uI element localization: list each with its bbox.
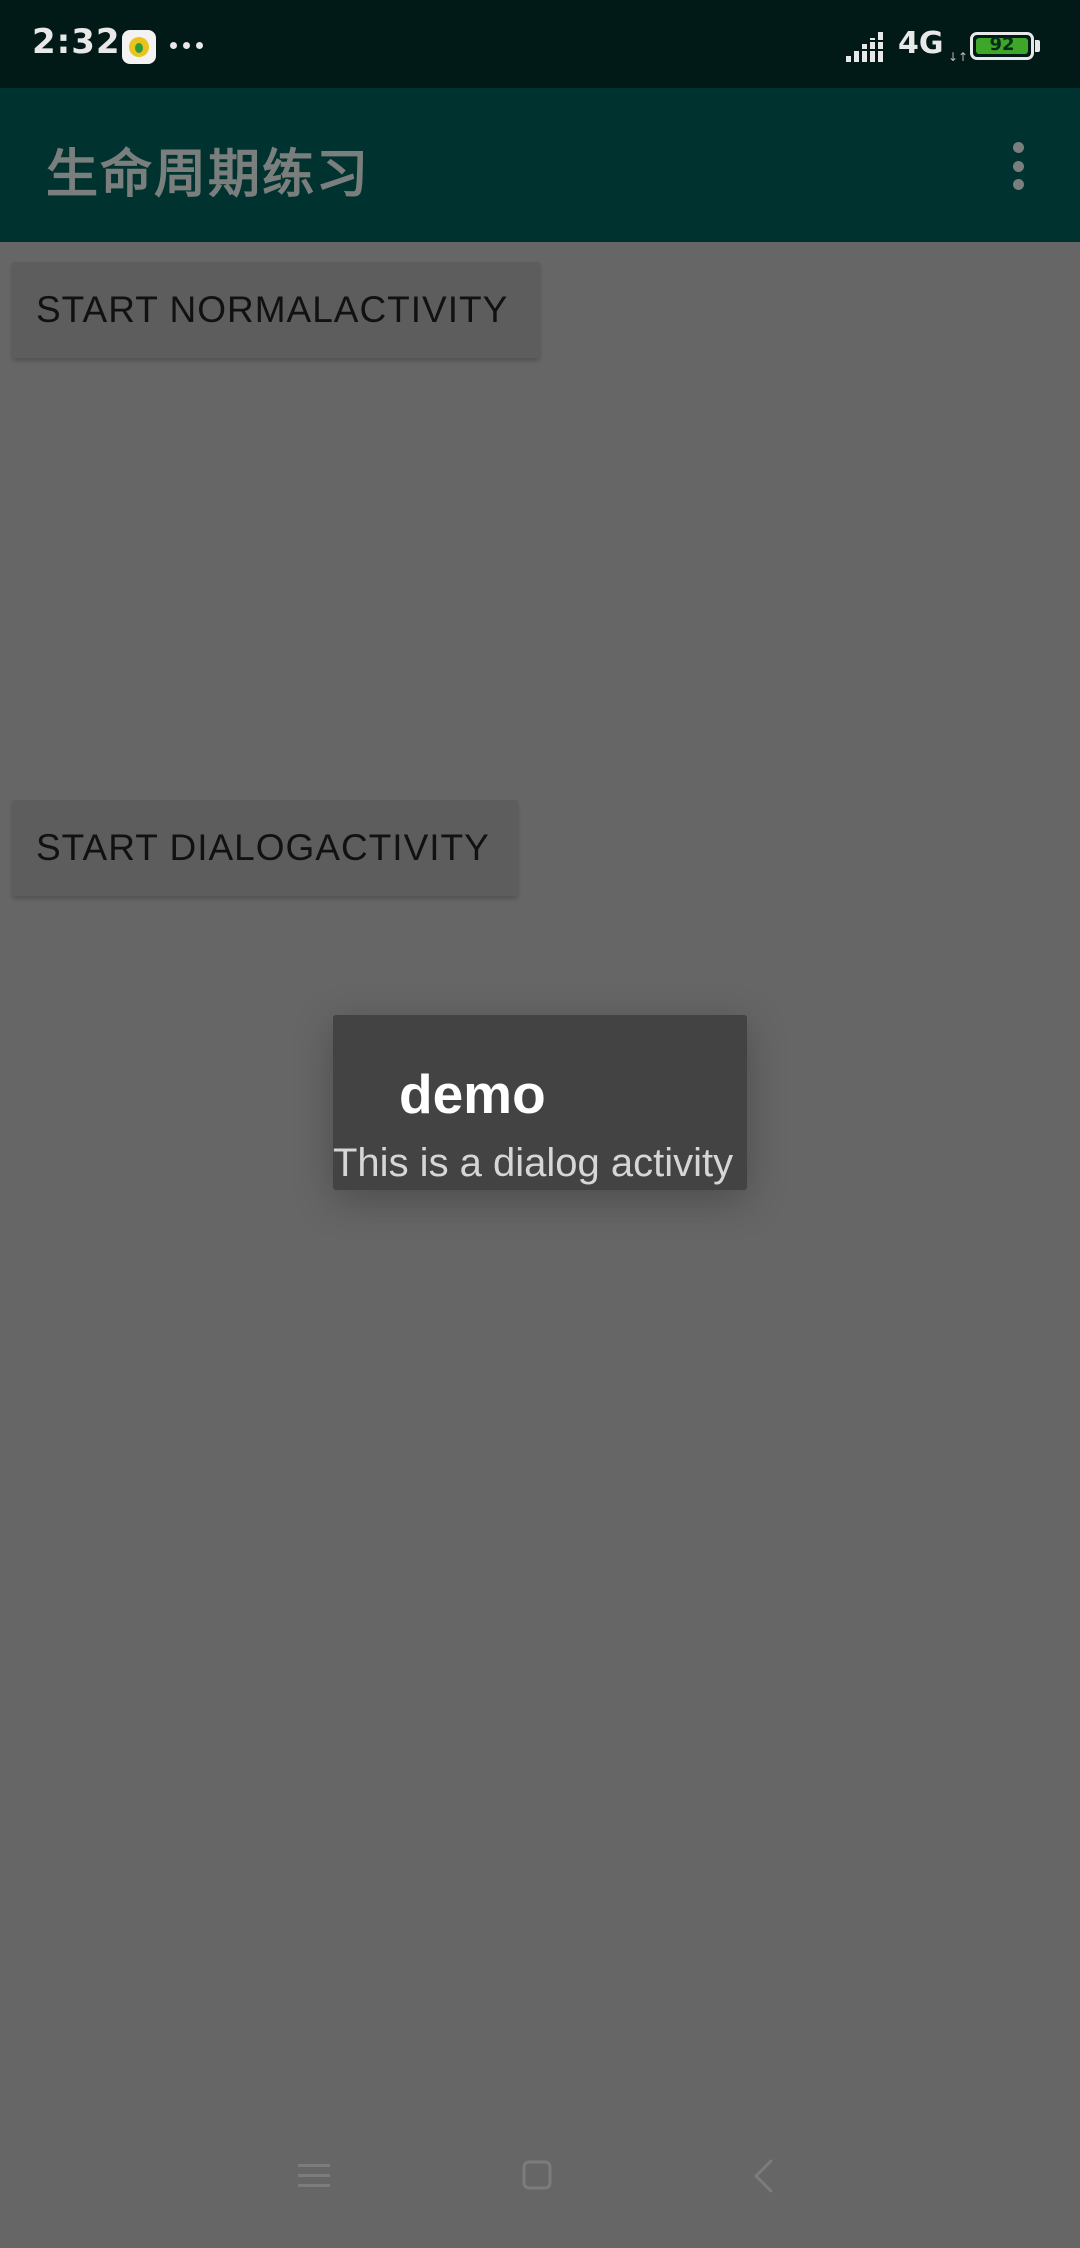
dialog-message: This is a dialog activity	[333, 1141, 734, 1185]
start-dialog-activity-button[interactable]: START DIALOGACTIVITY	[12, 800, 518, 896]
network-activity-icon: ↓↑	[948, 50, 969, 64]
dialog-title: demo	[399, 1063, 546, 1125]
dialog: demo This is a dialog activity	[333, 1015, 747, 1190]
back-icon[interactable]	[752, 2158, 774, 2194]
status-bar: 2:32 4G ↓↑ 92	[0, 0, 1080, 88]
app-notification-icon	[122, 30, 156, 64]
start-normal-activity-button[interactable]: START NORMALACTIVITY	[12, 262, 540, 358]
home-icon[interactable]	[522, 2160, 552, 2190]
navigation-bar	[0, 2120, 1080, 2248]
menu-icon[interactable]	[298, 2162, 330, 2190]
network-type: 4G	[898, 26, 944, 61]
status-time: 2:32	[32, 22, 121, 62]
overflow-menu-icon[interactable]	[1006, 142, 1030, 190]
signal-icon	[846, 32, 883, 62]
more-dots-icon	[170, 42, 203, 49]
battery-icon: 92	[970, 32, 1034, 60]
app-bar: 生命周期练习	[0, 88, 1080, 242]
battery-level: 92	[989, 34, 1015, 55]
app-title: 生命周期练习	[46, 145, 371, 205]
